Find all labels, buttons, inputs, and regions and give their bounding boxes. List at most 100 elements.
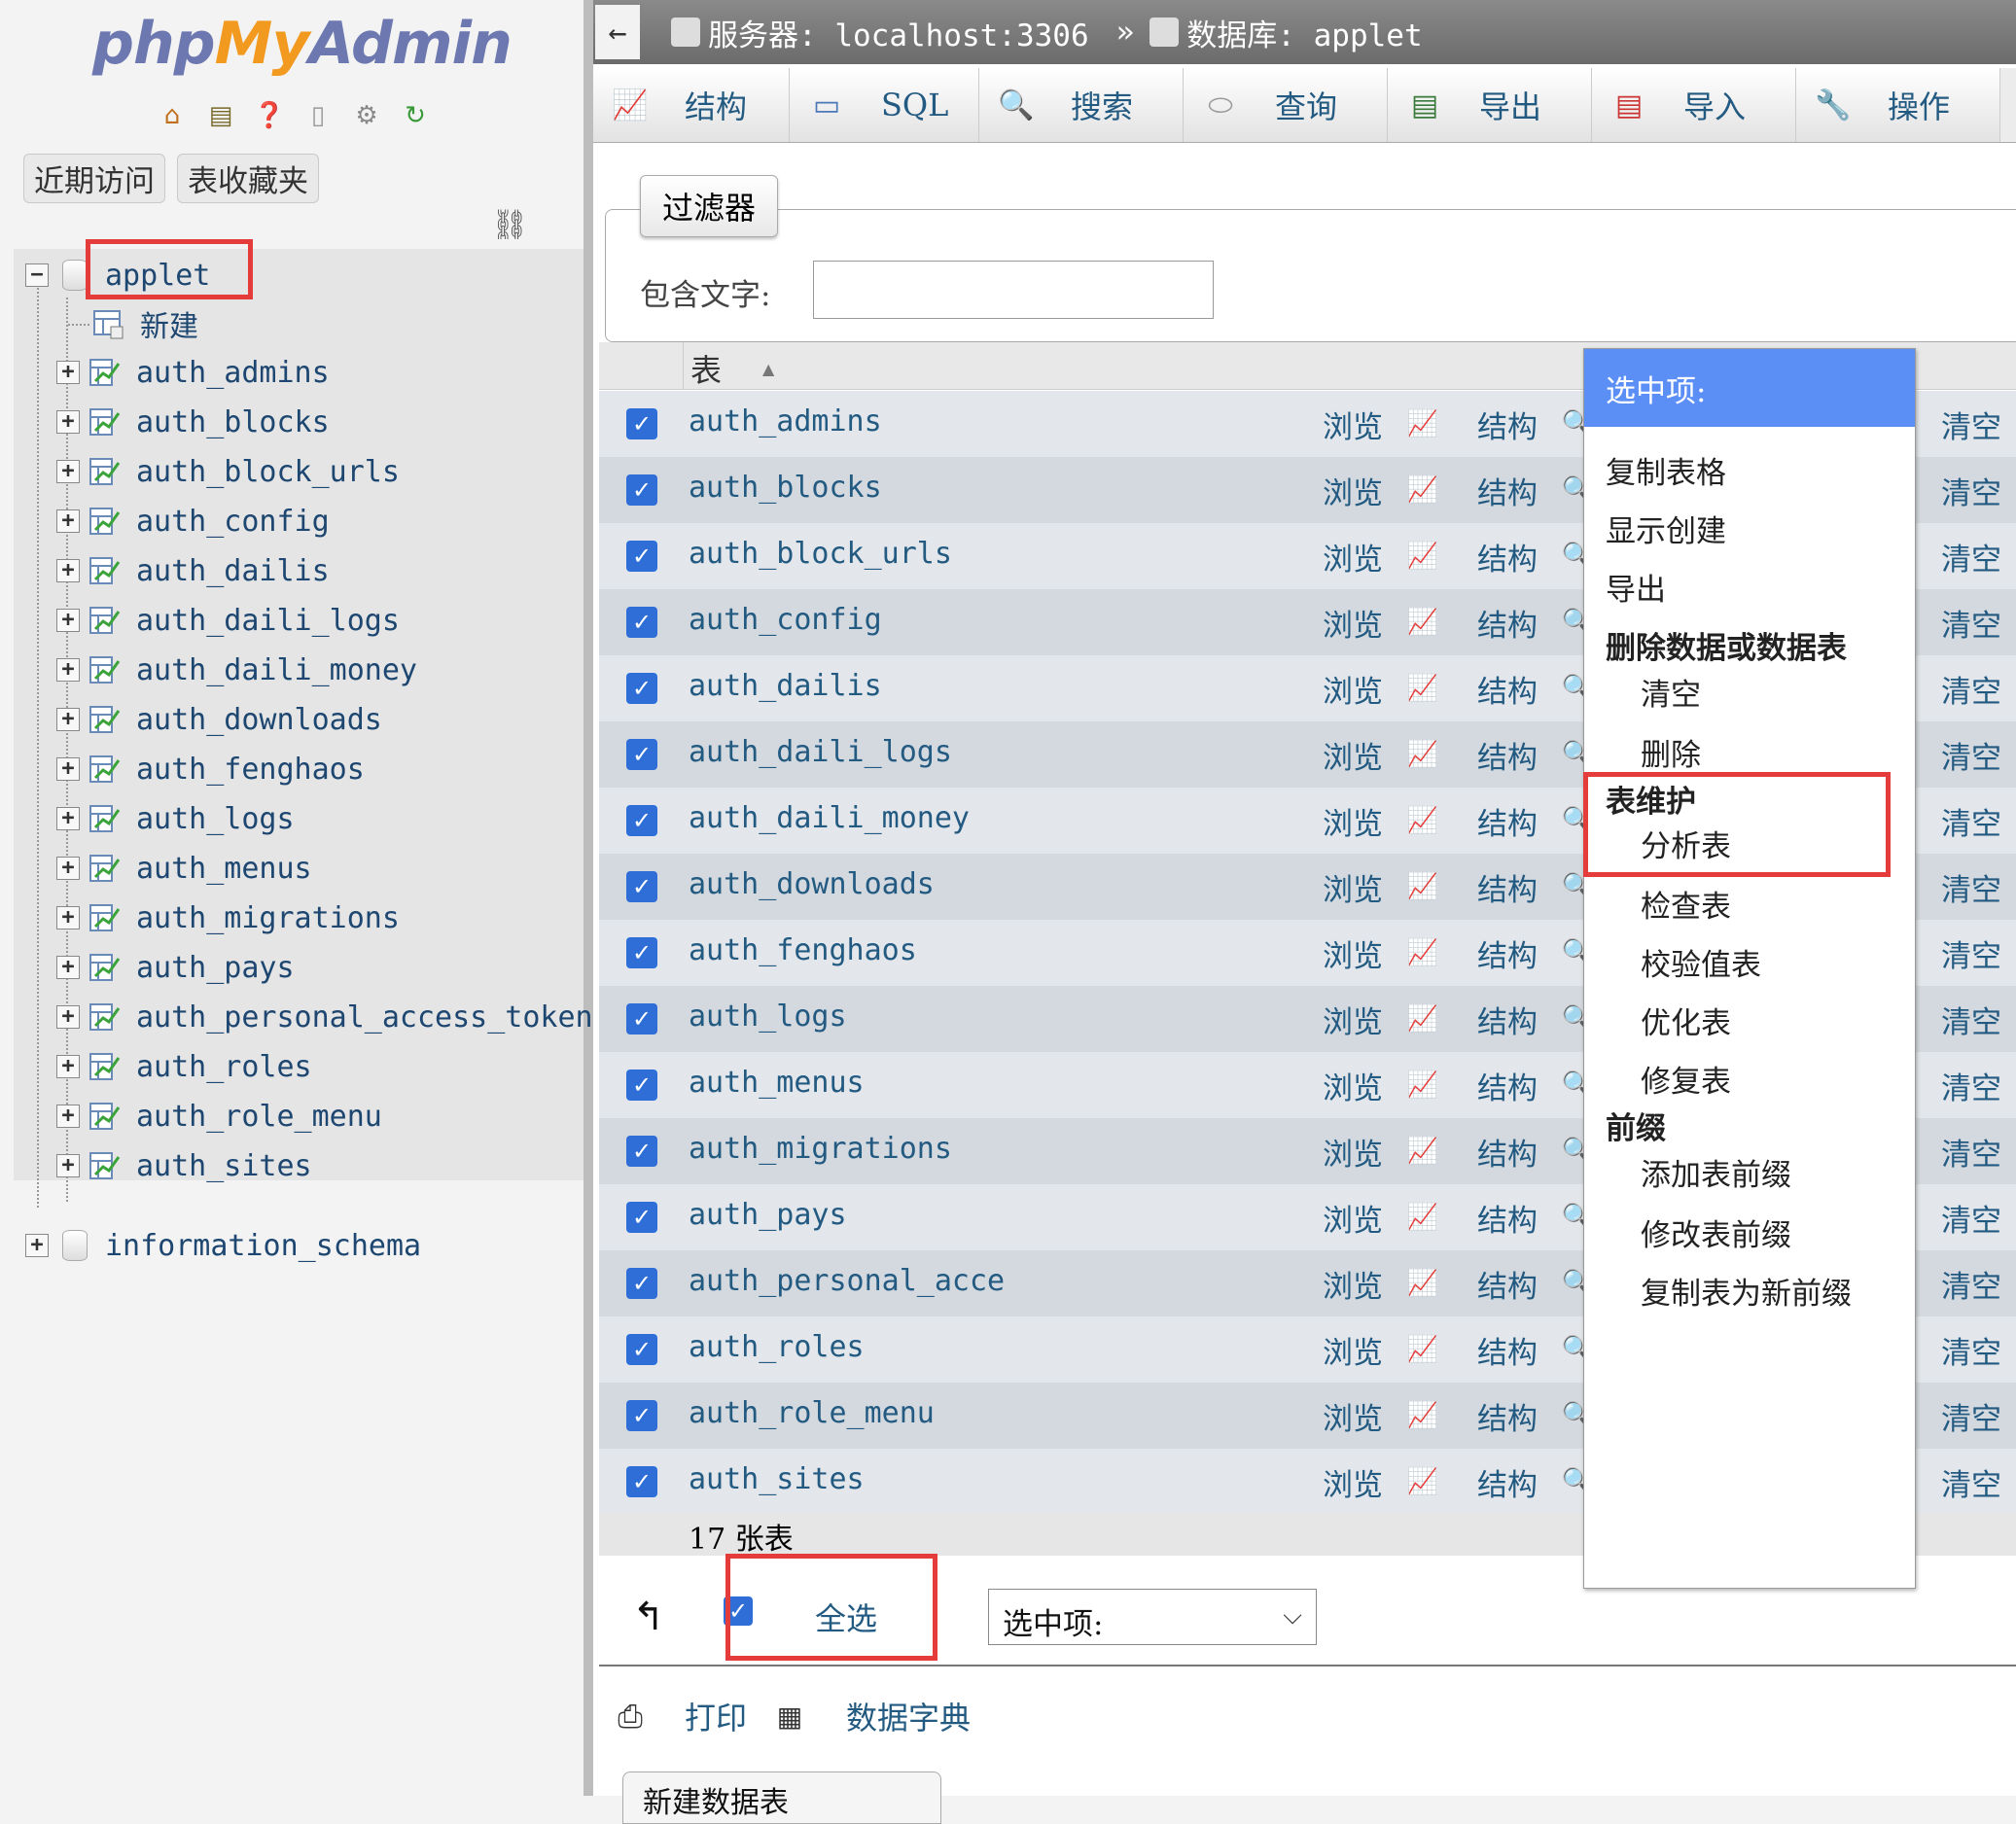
- expand-icon[interactable]: +: [25, 1234, 49, 1257]
- dropdown-option[interactable]: 删除: [1641, 730, 1701, 774]
- table-name-link[interactable]: auth_pays: [689, 1198, 847, 1232]
- dropdown-option[interactable]: 修改表前缀: [1641, 1210, 1791, 1254]
- expand-icon[interactable]: +: [56, 410, 80, 434]
- row-action[interactable]: 浏览 📈: [1323, 469, 1477, 512]
- row-action[interactable]: 清空: [1941, 799, 2016, 843]
- expand-icon[interactable]: +: [56, 857, 80, 880]
- table-name-link[interactable]: auth_migrations: [689, 1132, 952, 1166]
- back-arrow-icon[interactable]: ←: [595, 5, 640, 59]
- row-action[interactable]: 清空: [1941, 535, 2016, 579]
- tree-table-item[interactable]: + auth_dailis: [56, 546, 330, 595]
- expand-icon[interactable]: +: [56, 658, 80, 682]
- tab-export[interactable]: ▤ 导出: [1388, 68, 1592, 142]
- row-action[interactable]: 浏览 📈: [1323, 1394, 1477, 1438]
- expand-icon[interactable]: +: [56, 906, 80, 930]
- filter-input[interactable]: [813, 261, 1214, 319]
- row-action[interactable]: 清空: [1941, 469, 2016, 512]
- exit-icon[interactable]: ▤: [202, 97, 239, 134]
- tree-table-item[interactable]: + auth_logs: [56, 794, 295, 843]
- tree-db-information-schema[interactable]: + information_schema: [25, 1221, 421, 1270]
- table-name-link[interactable]: auth_config: [689, 603, 882, 637]
- tree-table-item[interactable]: + auth_config: [56, 497, 330, 545]
- table-name-link[interactable]: auth_daili_logs: [689, 735, 952, 769]
- table-name-link[interactable]: auth_dailis: [689, 669, 882, 703]
- row-checkbox[interactable]: ✓: [626, 1202, 657, 1233]
- table-name-link[interactable]: auth_admins: [689, 404, 882, 438]
- row-action[interactable]: 清空: [1941, 1262, 2016, 1306]
- sort-asc-icon[interactable]: ▲: [762, 360, 774, 378]
- row-action[interactable]: 浏览 📈: [1323, 1064, 1477, 1107]
- row-action[interactable]: 清空: [1941, 1460, 2016, 1504]
- row-checkbox[interactable]: ✓: [626, 1070, 657, 1101]
- row-checkbox[interactable]: ✓: [626, 1400, 657, 1431]
- favorites-tab[interactable]: 表收藏夹: [177, 154, 319, 203]
- row-action[interactable]: 浏览 📈: [1323, 535, 1477, 579]
- tree-table-item[interactable]: + auth_role_menu: [56, 1092, 382, 1140]
- tree-table-item[interactable]: + auth_downloads: [56, 695, 382, 744]
- table-name-link[interactable]: auth_block_urls: [689, 537, 952, 571]
- dropdown-option[interactable]: 检查表: [1641, 882, 1731, 926]
- row-action[interactable]: 清空: [1941, 601, 2016, 645]
- table-name-link[interactable]: auth_fenghaos: [689, 933, 917, 967]
- tree-table-item[interactable]: + auth_migrations: [56, 894, 400, 942]
- row-action[interactable]: 浏览 📈: [1323, 1130, 1477, 1174]
- row-action[interactable]: 浏览 📈: [1323, 865, 1477, 909]
- table-name-link[interactable]: auth_roles: [689, 1330, 865, 1364]
- tree-table-item[interactable]: + auth_fenghaos: [56, 745, 365, 793]
- row-checkbox[interactable]: ✓: [626, 1466, 657, 1497]
- row-checkbox[interactable]: ✓: [626, 607, 657, 638]
- table-name-link[interactable]: auth_role_menu: [689, 1396, 935, 1430]
- row-action[interactable]: 清空: [1941, 403, 2016, 446]
- table-name-link[interactable]: auth_logs: [689, 1000, 847, 1034]
- table-name-link[interactable]: auth_sites: [689, 1462, 865, 1496]
- row-checkbox[interactable]: ✓: [626, 805, 657, 836]
- expand-icon[interactable]: +: [56, 956, 80, 979]
- expand-icon[interactable]: +: [56, 1055, 80, 1078]
- print-link[interactable]: ⎙ 打印: [611, 1694, 747, 1738]
- tree-table-item[interactable]: + auth_pays: [56, 943, 295, 992]
- column-header-table[interactable]: 表: [690, 346, 722, 391]
- row-checkbox[interactable]: ✓: [626, 541, 657, 572]
- expand-icon[interactable]: +: [56, 757, 80, 781]
- tree-new-table[interactable]: 新建: [68, 299, 198, 348]
- tab-operations[interactable]: 🔧 操作: [1796, 68, 2000, 142]
- tree-table-item[interactable]: + auth_menus: [56, 844, 312, 893]
- expand-icon[interactable]: +: [56, 361, 80, 384]
- tab-structure[interactable]: 📈 结构: [593, 68, 790, 142]
- row-action[interactable]: 清空: [1941, 998, 2016, 1041]
- row-action[interactable]: 浏览 📈: [1323, 799, 1477, 843]
- row-action[interactable]: 清空: [1941, 1196, 2016, 1240]
- dropdown-selected-option[interactable]: 选中项:: [1584, 349, 1915, 427]
- dropdown-option[interactable]: 导出: [1606, 565, 1666, 609]
- row-checkbox[interactable]: ✓: [626, 1003, 657, 1035]
- table-name-link[interactable]: auth_blocks: [689, 471, 882, 505]
- expand-icon[interactable]: +: [56, 1005, 80, 1029]
- phpmyadmin-logo[interactable]: phpMyAdmin: [92, 10, 513, 78]
- dropdown-option[interactable]: 修复表: [1641, 1057, 1731, 1101]
- expand-icon[interactable]: +: [56, 1154, 80, 1177]
- docs-icon[interactable]: ▯: [300, 97, 336, 134]
- expand-icon[interactable]: +: [56, 559, 80, 582]
- with-selected-select[interactable]: 选中项: ⌵: [988, 1589, 1317, 1645]
- row-checkbox[interactable]: ✓: [626, 739, 657, 770]
- collapse-icon[interactable]: −: [25, 263, 49, 287]
- row-action[interactable]: 浏览 📈: [1323, 931, 1477, 975]
- row-checkbox[interactable]: ✓: [626, 937, 657, 968]
- table-name-link[interactable]: auth_menus: [689, 1066, 865, 1100]
- dropdown-option[interactable]: 显示创建: [1606, 507, 1726, 550]
- expand-icon[interactable]: +: [56, 708, 80, 731]
- tab-query[interactable]: ⬭ 查询: [1184, 68, 1388, 142]
- row-checkbox[interactable]: ✓: [626, 1136, 657, 1167]
- row-checkbox[interactable]: ✓: [626, 408, 657, 439]
- dropdown-option[interactable]: 添加表前缀: [1641, 1150, 1791, 1194]
- expand-icon[interactable]: +: [56, 807, 80, 830]
- row-action[interactable]: 清空: [1941, 1328, 2016, 1372]
- tree-table-item[interactable]: + auth_block_urls: [56, 447, 400, 496]
- data-dictionary-link[interactable]: ▦ 数据字典: [768, 1694, 971, 1738]
- row-action[interactable]: 浏览 📈: [1323, 1460, 1477, 1504]
- expand-icon[interactable]: +: [56, 1105, 80, 1128]
- dropdown-option[interactable]: 清空: [1641, 670, 1701, 714]
- expand-icon[interactable]: +: [56, 509, 80, 533]
- row-action[interactable]: 清空: [1941, 1394, 2016, 1438]
- dropdown-option[interactable]: 复制表为新前缀: [1641, 1269, 1852, 1313]
